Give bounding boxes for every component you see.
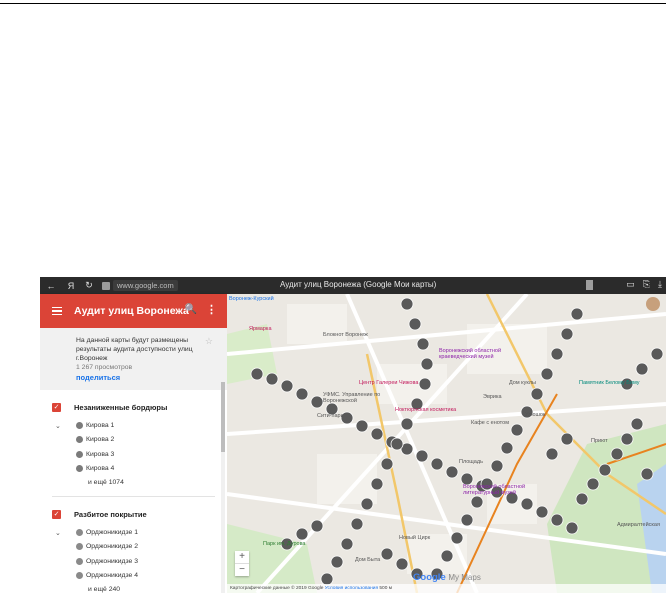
map-label: Воронежский областной литературный музей	[463, 484, 526, 496]
map-description-panel: На данной карты будут размещены результа…	[40, 328, 227, 390]
map-label: Воронеж-Курский	[229, 296, 274, 302]
item-label: Кирова 3	[86, 450, 115, 458]
pavement-icon	[76, 557, 83, 565]
my-maps-logo-text: My Maps	[448, 573, 481, 582]
layer-broken-pavement: ✓ Разбитое покрытие ⌄ Орджоникидзе 1 Орд…	[40, 503, 227, 593]
battery-icon[interactable]: ▭	[626, 279, 635, 290]
zoom-control: + −	[235, 551, 249, 576]
wheelchair-icon	[76, 421, 83, 429]
map-label: Площадь	[459, 459, 483, 465]
avatar[interactable]	[646, 297, 660, 311]
map-label: Новый Цирк	[399, 535, 431, 541]
browser-toolbar: ← Я ↻ www.google.com Аудит улиц Воронежа…	[40, 277, 666, 294]
back-button[interactable]: ←	[44, 281, 58, 291]
star-icon[interactable]: ☆	[205, 336, 213, 347]
item-label: Кирова 1	[86, 421, 115, 429]
google-logo-text: Google	[413, 572, 446, 583]
layer-checkbox[interactable]: ✓	[52, 509, 61, 519]
pavement-icon	[76, 543, 83, 551]
item-label: Кирова 2	[86, 436, 115, 444]
share-link[interactable]: поделиться	[76, 373, 207, 382]
item-label: Кирова 4	[86, 465, 115, 473]
yandex-button[interactable]: Я	[64, 281, 78, 291]
map-label: Улюшок	[525, 412, 546, 418]
item-label: Орджоникидзе 2	[86, 543, 138, 551]
map-label: УФМС. Управление по Воронежской	[323, 392, 381, 404]
bookmark-icon[interactable]	[586, 280, 593, 290]
chevron-down-icon[interactable]: ⌄	[55, 422, 61, 430]
more-items-link[interactable]: и ещё 240	[88, 583, 227, 593]
sidebar-header: Аудит улиц Воронежа 🔍 ⋮	[40, 294, 227, 328]
map-label: Воронежский областной краеведческий музе…	[439, 348, 502, 360]
zoom-in-button[interactable]: +	[235, 551, 249, 563]
menu-icon[interactable]	[52, 305, 62, 318]
map-description: На данной карты будут размещены результа…	[76, 337, 193, 362]
more-vert-icon[interactable]: ⋮	[206, 303, 217, 316]
map-label: Приют	[591, 438, 608, 444]
wheelchair-icon	[76, 436, 83, 444]
layer-name: Разбитое покрытие	[74, 509, 147, 519]
map-canvas[interactable]: Воронеж-Курский Ярмарка Блокнот Воронеж …	[227, 294, 666, 593]
reload-button[interactable]: ↻	[82, 280, 96, 291]
attribution-text: Картографические данные © 2019 Google	[230, 586, 324, 591]
lock-icon	[102, 281, 110, 290]
layer-checkbox[interactable]: ✓	[52, 402, 61, 412]
layer-divider	[52, 496, 215, 497]
map-label: Центр Галереи Чижова	[359, 380, 419, 386]
download-icon[interactable]: ⤓	[658, 279, 662, 290]
map-label: Дом Быта	[355, 557, 381, 563]
list-item[interactable]: Кирова 3	[76, 447, 227, 462]
list-item[interactable]: Кирова 4	[76, 462, 227, 477]
scale-text: 500 м	[379, 586, 393, 591]
sidebar-scroll-thumb[interactable]	[221, 382, 225, 452]
wheelchair-icon	[76, 450, 83, 458]
tab-title: Аудит улиц Воронежа (Google Мои карты)	[280, 280, 437, 289]
search-icon[interactable]: 🔍	[185, 304, 197, 315]
item-label: Орджоникидзе 4	[86, 572, 138, 580]
map-label: Эврика	[483, 394, 502, 400]
map-sidebar: Аудит улиц Воронежа 🔍 ⋮ На данной карты …	[40, 294, 227, 593]
pavement-icon	[76, 572, 83, 580]
pavement-icon	[76, 528, 83, 536]
map-label: Ноктюрнская косметика	[395, 407, 457, 413]
item-label: Орджоникидзе 1	[86, 528, 138, 536]
layer-unlowered-curbs: ✓ Незаниженные бордюры ⌄ Кирова 1 Кирова…	[40, 396, 227, 490]
top-rule	[0, 0, 666, 4]
view-count: 1 267 просмотров	[76, 364, 133, 371]
terms-link[interactable]: Условия использования	[325, 586, 378, 591]
zoom-out-button[interactable]: −	[235, 563, 249, 576]
map-label: Дом куклы	[509, 380, 537, 386]
map-label: Парк им. Дурова	[263, 541, 306, 547]
map-label: Блокнот Воронеж	[323, 332, 368, 338]
wheelchair-icon	[76, 465, 83, 473]
list-item[interactable]: Кирова 1	[76, 418, 227, 433]
list-item[interactable]: Орджоникидзе 2	[76, 540, 227, 555]
map-title: Аудит улиц Воронежа	[74, 305, 189, 317]
item-label: Орджоникидзе 3	[86, 557, 138, 565]
list-item[interactable]: Кирова 2	[76, 433, 227, 448]
google-my-maps-logo: Google My Maps	[413, 572, 481, 583]
browser-window: ← Я ↻ www.google.com Аудит улиц Воронежа…	[40, 277, 666, 593]
list-item[interactable]: Орджоникидзе 3	[76, 554, 227, 569]
map-label: Кафе с енотом	[471, 420, 509, 426]
layer-name: Незаниженные бордюры	[74, 402, 168, 412]
chevron-down-icon[interactable]: ⌄	[55, 529, 61, 537]
map-label: Памятник Белому Биму	[579, 380, 640, 386]
address-bar[interactable]: www.google.com	[113, 280, 178, 291]
more-items-link[interactable]: и ещё 1074	[88, 476, 227, 490]
map-label: Адмиралтейская	[617, 522, 660, 528]
list-item[interactable]: Орджоникидзе 4	[76, 569, 227, 584]
map-attribution: Картографические данные © 2019 Google Ус…	[227, 584, 666, 593]
map-label: Сити-парк	[317, 413, 343, 419]
map-label: Ярмарка	[249, 326, 272, 332]
list-item[interactable]: Орджоникидзе 1	[76, 525, 227, 540]
translate-icon[interactable]: ⎘	[643, 279, 650, 290]
